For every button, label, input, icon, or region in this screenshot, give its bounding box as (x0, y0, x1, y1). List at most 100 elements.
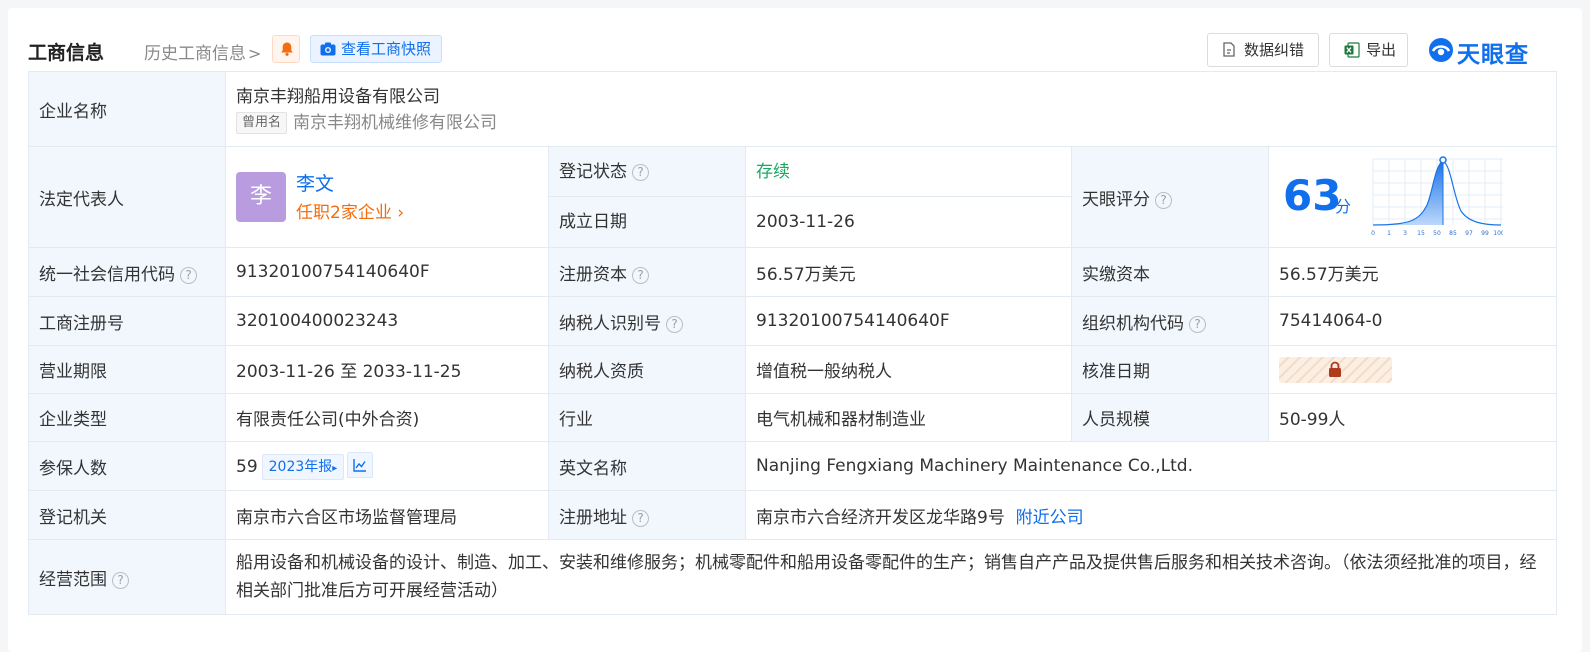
lock-icon (1329, 361, 1341, 377)
annual-report-button[interactable]: 2023年报▸ (261, 454, 345, 480)
trend-chart-button[interactable] (347, 452, 374, 478)
bell-icon (281, 42, 293, 56)
question-icon[interactable]: ? (180, 266, 197, 284)
score-unit: 分 (1335, 197, 1352, 216)
former-name-tag: 曾用名 (236, 112, 288, 134)
reg-no-label: 工商注册号 (28, 296, 226, 346)
insured-value: 59 (236, 457, 258, 477)
capital-label: 注册资本 (559, 264, 627, 285)
score-tick-50: 50 (1433, 230, 1441, 237)
question-icon[interactable]: ? (1189, 315, 1206, 333)
score-value: 63 (1283, 171, 1342, 220)
table-row: 法定代表人 李 李文 任职2家企业 › 登记状态? 成立日期 存续 2003-1… (28, 146, 1558, 248)
table-row: 企业类型 有限责任公司(中外合资) 行业 电气机械和器材制造业 人员规模 50-… (28, 393, 1558, 442)
question-icon[interactable]: ? (112, 571, 129, 589)
score-tick-15: 15 (1417, 230, 1425, 237)
score-tick-3: 3 (1403, 230, 1407, 237)
status-found-values: 存续 2003-11-26 (745, 146, 1072, 248)
credit-code-value: 91320100754140640F (225, 247, 549, 297)
table-row: 统一社会信用代码? 91320100754140640F 注册资本? 56.57… (28, 247, 1558, 297)
score-tick-0: 0 (1371, 230, 1375, 237)
question-icon[interactable]: ? (666, 315, 683, 333)
score-tick-99: 99 (1481, 230, 1489, 237)
authority-label: 登记机关 (28, 490, 226, 540)
export-label: 导出 (1366, 41, 1397, 59)
scope-value: 船用设备和机械设备的设计、制造、加工、安装和维修服务；机械零配件和船用设备零配件… (224, 539, 1558, 615)
address-label: 注册地址 (559, 507, 627, 528)
legal-rep-companies-link[interactable]: 任职2家企业 › (296, 198, 404, 223)
table-row: 工商注册号 320100400023243 纳税人识别号? 9132010075… (28, 296, 1558, 346)
score-label-cell: 天眼评分? (1071, 146, 1269, 248)
section-header: 工商信息 历史工商信息 > 查看工商快照 数据纠错 导出 天眼查 (28, 28, 1556, 72)
legal-rep-name-link[interactable]: 李文 (296, 169, 334, 196)
type-value: 有限责任公司(中外合资) (225, 393, 549, 442)
status-value: 存续 (746, 147, 1071, 197)
table-row: 登记机关 南京市六合区市场监督管理局 注册地址? 南京市六合经济开发区龙华路9号… (28, 490, 1558, 540)
type-label: 企业类型 (28, 393, 226, 442)
snapshot-label: 查看工商快照 (341, 40, 432, 58)
insured-cell: 59 2023年报▸ (225, 441, 549, 491)
tax-id-label: 纳税人识别号 (559, 313, 661, 334)
credit-code-label: 统一社会信用代码 (39, 264, 175, 285)
address-value: 南京市六合经济开发区龙华路9号 (756, 507, 1005, 528)
company-name: 南京丰翔船用设备有限公司 (236, 87, 440, 107)
org-code-label: 组织机构代码 (1082, 313, 1184, 334)
business-info-table: 企业名称 南京丰翔船用设备有限公司 曾用名 南京丰翔机械维修有限公司 法定代表人 … (28, 71, 1558, 615)
company-name-cell: 南京丰翔船用设备有限公司 曾用名 南京丰翔机械维修有限公司 (224, 71, 1558, 147)
score-distribution-chart: 0 1 3 15 50 85 97 99 100 (1371, 156, 1503, 237)
question-icon[interactable]: ? (632, 266, 649, 284)
former-name: 南京丰翔机械维修有限公司 (293, 113, 498, 133)
legal-rep-label: 法定代表人 (28, 146, 226, 248)
tax-id-value: 91320100754140640F (745, 296, 1072, 346)
term-label: 营业期限 (28, 345, 226, 394)
logo-text: 天眼查 (1457, 42, 1529, 68)
tax-qual-label: 纳税人资质 (548, 345, 746, 394)
score-tick-85: 85 (1449, 230, 1457, 237)
scope-label-cell: 经营范围? (28, 539, 226, 615)
company-name-label: 企业名称 (28, 71, 226, 147)
found-date-label: 成立日期 (559, 212, 627, 232)
annual-report-label: 2023年报 (268, 459, 333, 475)
line-chart-icon (353, 459, 367, 472)
chevron-right-icon: > (248, 44, 262, 63)
address-cell: 南京市六合经济开发区龙华路9号 附近公司 (744, 490, 1558, 540)
score-tick-100: 100 (1493, 230, 1503, 237)
table-row: 企业名称 南京丰翔船用设备有限公司 曾用名 南京丰翔机械维修有限公司 (28, 71, 1558, 147)
export-button[interactable]: 导出 (1329, 33, 1408, 67)
nearby-companies-link[interactable]: 附近公司 (1016, 508, 1084, 528)
staff-label: 人员规模 (1071, 393, 1269, 442)
status-label: 登记状态 (559, 162, 627, 182)
tax-id-label-cell: 纳税人识别号? (548, 296, 746, 346)
tax-qual-value: 增值税一般纳税人 (745, 345, 1072, 394)
locked-value[interactable] (1279, 356, 1392, 383)
capital-value: 56.57万美元 (745, 247, 1072, 297)
authority-value: 南京市六合区市场监督管理局 (225, 490, 549, 540)
history-label: 历史工商信息 (144, 44, 246, 64)
doc-edit-icon (1223, 42, 1235, 57)
section-title: 工商信息 (28, 42, 105, 64)
data-correct-button[interactable]: 数据纠错 (1207, 33, 1319, 67)
score-cell[interactable]: 63 分 0 1 3 15 50 85 97 99 100 (1267, 146, 1558, 248)
reg-no-value: 320100400023243 (225, 296, 549, 346)
question-icon[interactable]: ? (632, 509, 649, 527)
question-icon[interactable]: ? (1155, 191, 1172, 209)
camera-icon (320, 42, 336, 56)
staff-value: 50-99人 (1267, 393, 1558, 442)
table-row: 参保人数 59 2023年报▸ 英文名称 Nanjing Fengxiang Ma… (28, 441, 1558, 491)
approve-date-cell (1267, 345, 1558, 394)
question-icon[interactable]: ? (632, 164, 649, 181)
legal-rep-companies-label: 任职2家企业 (296, 203, 392, 223)
score-tick-97: 97 (1465, 230, 1473, 237)
industry-label: 行业 (548, 393, 746, 442)
found-date-value: 2003-11-26 (756, 212, 855, 232)
data-correct-label: 数据纠错 (1244, 41, 1305, 59)
en-name-value: Nanjing Fengxiang Machinery Maintenance … (744, 441, 1558, 491)
legal-rep-cell: 李 李文 任职2家企业 › (225, 146, 549, 248)
excel-icon (1344, 42, 1360, 58)
en-name-label: 英文名称 (548, 441, 746, 491)
bell-button[interactable] (272, 35, 300, 63)
avatar[interactable]: 李 (236, 172, 286, 222)
snapshot-button[interactable]: 查看工商快照 (310, 35, 443, 63)
history-link[interactable]: 历史工商信息 > (144, 39, 261, 64)
org-code-value: 75414064-0 (1267, 296, 1558, 346)
